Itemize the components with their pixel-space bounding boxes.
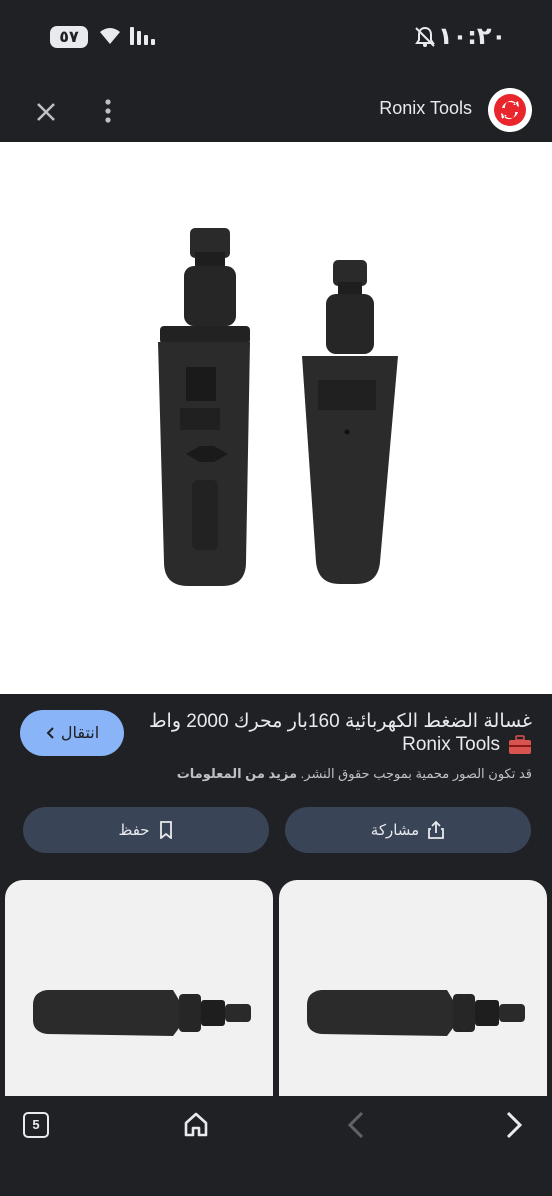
page: ٥٧ ١٠:٢٠ Ronix Tools انتقال غسالة الضغط … xyxy=(0,0,552,1196)
notice-text: قد تكون الصور محمية بموجب حقوق النشر. xyxy=(300,766,532,781)
share-label: مشاركة xyxy=(370,822,420,839)
share-icon xyxy=(428,820,445,839)
source-line: Ronix Tools xyxy=(402,734,532,756)
chevron-left-icon xyxy=(46,727,54,739)
home-icon[interactable] xyxy=(182,1110,210,1138)
main-product-image[interactable] xyxy=(0,142,552,694)
signal-icon xyxy=(130,27,155,45)
clock: ١٠:٢٠ xyxy=(438,22,507,50)
battery-indicator: ٥٧ xyxy=(50,26,88,48)
close-icon[interactable] xyxy=(30,96,62,128)
source-name[interactable]: Ronix Tools xyxy=(402,734,500,756)
nozzle-side-illustration xyxy=(307,990,525,1036)
back-arrow-icon[interactable] xyxy=(344,1110,368,1140)
related-image-card[interactable] xyxy=(5,880,273,1120)
nozzle-illustration xyxy=(158,228,398,586)
save-label: حفظ xyxy=(118,822,150,839)
result-title[interactable]: غسالة الضغط الكهربائية 160بار محرك 2000 … xyxy=(142,708,532,736)
visit-button[interactable]: انتقال xyxy=(20,710,124,756)
save-button[interactable]: حفظ xyxy=(23,807,269,853)
bookmark-icon xyxy=(159,821,172,839)
wifi-icon xyxy=(100,28,120,44)
result-info: انتقال غسالة الضغط الكهربائية 160بار محر… xyxy=(0,694,552,878)
related-images xyxy=(0,878,552,1120)
tabs-icon[interactable]: 5 xyxy=(23,1112,49,1138)
share-button[interactable]: مشاركة xyxy=(285,807,531,853)
toolbox-icon xyxy=(509,735,531,754)
related-image-card[interactable] xyxy=(279,880,547,1120)
mute-bell-icon xyxy=(415,26,435,47)
ronix-logo xyxy=(488,88,532,132)
status-bar: ٥٧ ١٠:٢٠ xyxy=(0,0,552,76)
forward-arrow-icon[interactable] xyxy=(502,1110,526,1140)
nozzle-side-illustration xyxy=(33,990,251,1036)
more-info-link[interactable]: مزيد من المعلومات xyxy=(177,766,297,781)
copyright-notice: قد تكون الصور محمية بموجب حقوق النشر. مز… xyxy=(20,766,532,782)
visit-label: انتقال xyxy=(60,725,100,742)
bottom-navigation: 5 xyxy=(0,1096,552,1196)
more-vert-icon[interactable] xyxy=(96,94,120,128)
app-header: Ronix Tools xyxy=(0,76,552,142)
site-name[interactable]: Ronix Tools xyxy=(379,98,472,119)
